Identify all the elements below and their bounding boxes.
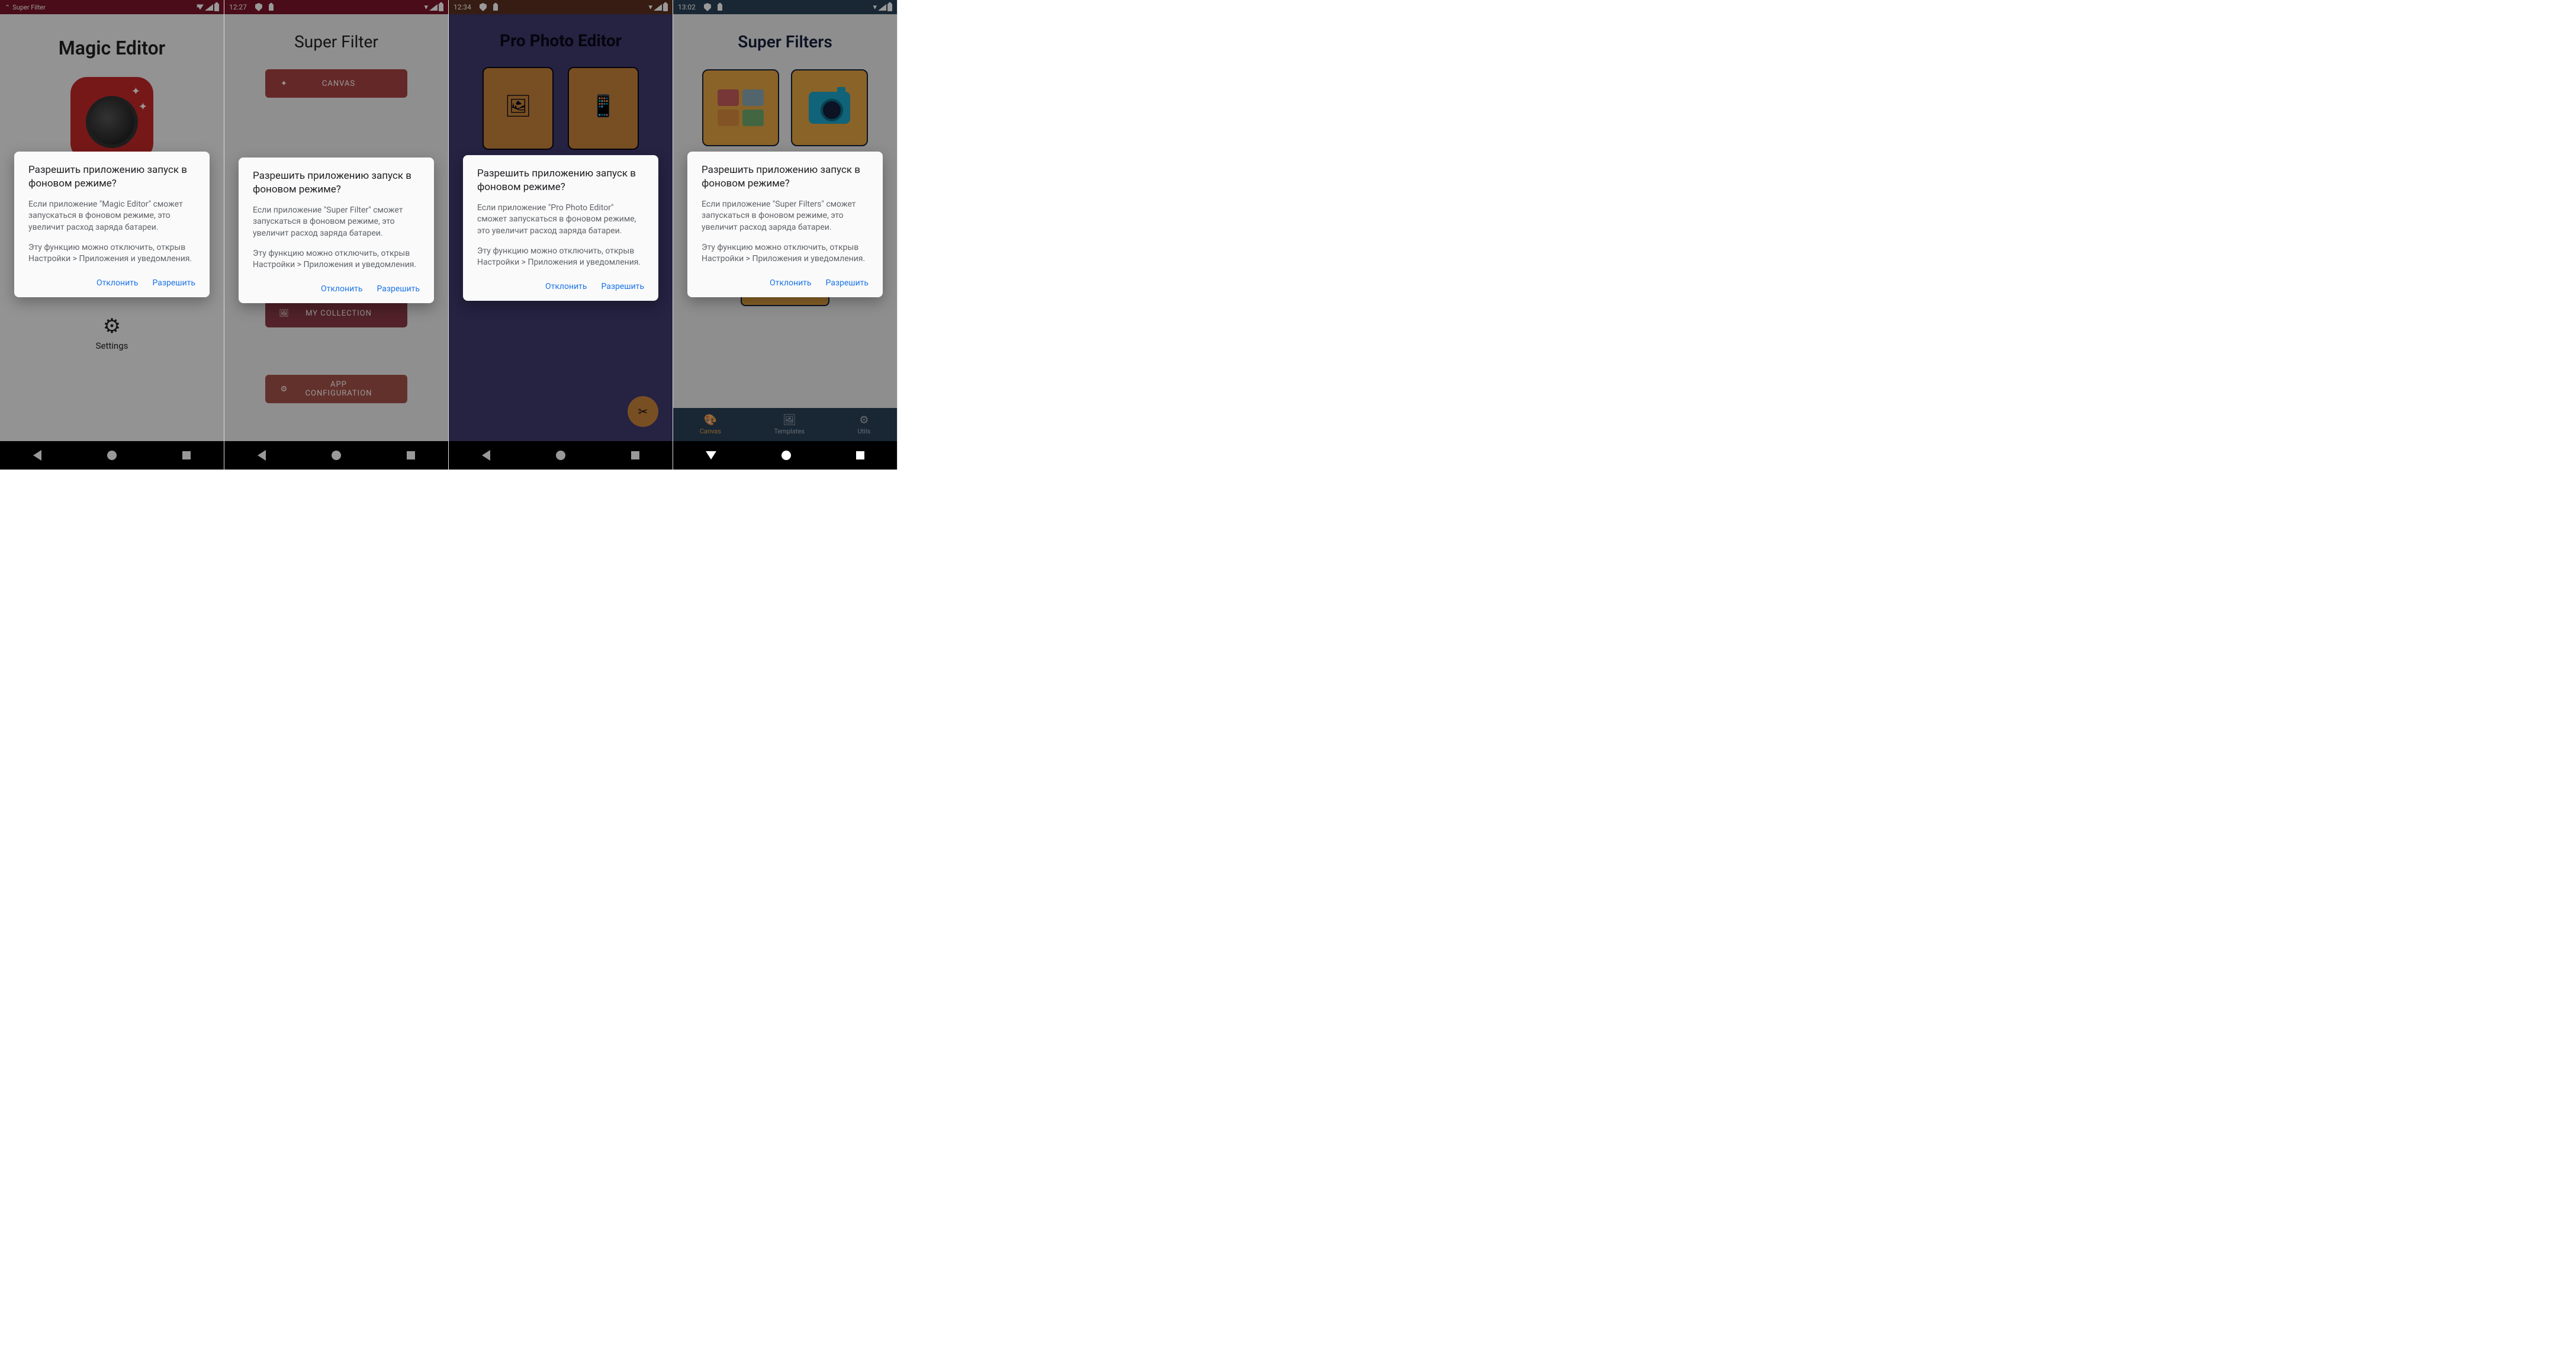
- back-down-icon[interactable]: [706, 451, 716, 459]
- permission-dialog: Разрешить приложению запуск в фоновом ре…: [239, 158, 434, 303]
- dialog-body: Если приложение "Pro Photo Editor" сможе…: [477, 202, 644, 269]
- system-nav-bar: [673, 441, 897, 470]
- deny-button[interactable]: Отклонить: [321, 284, 363, 294]
- permission-dialog: Разрешить приложению запуск в фоновом ре…: [14, 152, 210, 297]
- allow-button[interactable]: Разрешить: [152, 278, 195, 288]
- phone-magic-editor: ⌃ Super Filter ▾ Magic Editor ✦ ✦ OpenGa…: [0, 0, 224, 470]
- dialog-title: Разрешить приложению запуск в фоновом ре…: [702, 163, 869, 191]
- recent-icon[interactable]: [856, 451, 864, 459]
- allow-button[interactable]: Разрешить: [377, 284, 420, 294]
- dialog-body: Если приложение "Magic Editor" сможет за…: [28, 199, 195, 265]
- deny-button[interactable]: Отклонить: [770, 278, 812, 288]
- deny-button[interactable]: Отклонить: [545, 282, 587, 291]
- permission-dialog: Разрешить приложению запуск в фоновом ре…: [687, 152, 883, 297]
- phone-super-filters: 13:02 ▾ Super Filters Open Empty Editor …: [673, 0, 898, 470]
- dialog-body: Если приложение "Super Filter" сможет за…: [253, 205, 420, 271]
- allow-button[interactable]: Разрешить: [601, 282, 644, 291]
- phone-super-filter: 12:27 ▾ Super Filter ✦CANVAS 🖼MY COLLECT…: [224, 0, 449, 470]
- dialog-title: Разрешить приложению запуск в фоновом ре…: [253, 169, 420, 197]
- deny-button[interactable]: Отклонить: [97, 278, 139, 288]
- home-icon[interactable]: [782, 451, 791, 460]
- allow-button[interactable]: Разрешить: [825, 278, 869, 288]
- phone-pro-photo-editor: 12:34 ▾ Pro Photo Editor 🖼 📱 Editor Draf…: [449, 0, 673, 470]
- dialog-title: Разрешить приложению запуск в фоновом ре…: [28, 163, 195, 191]
- dialog-title: Разрешить приложению запуск в фоновом ре…: [477, 167, 644, 194]
- dialog-body: Если приложение "Super Filters" сможет з…: [702, 199, 869, 265]
- permission-dialog: Разрешить приложению запуск в фоновом ре…: [463, 155, 658, 301]
